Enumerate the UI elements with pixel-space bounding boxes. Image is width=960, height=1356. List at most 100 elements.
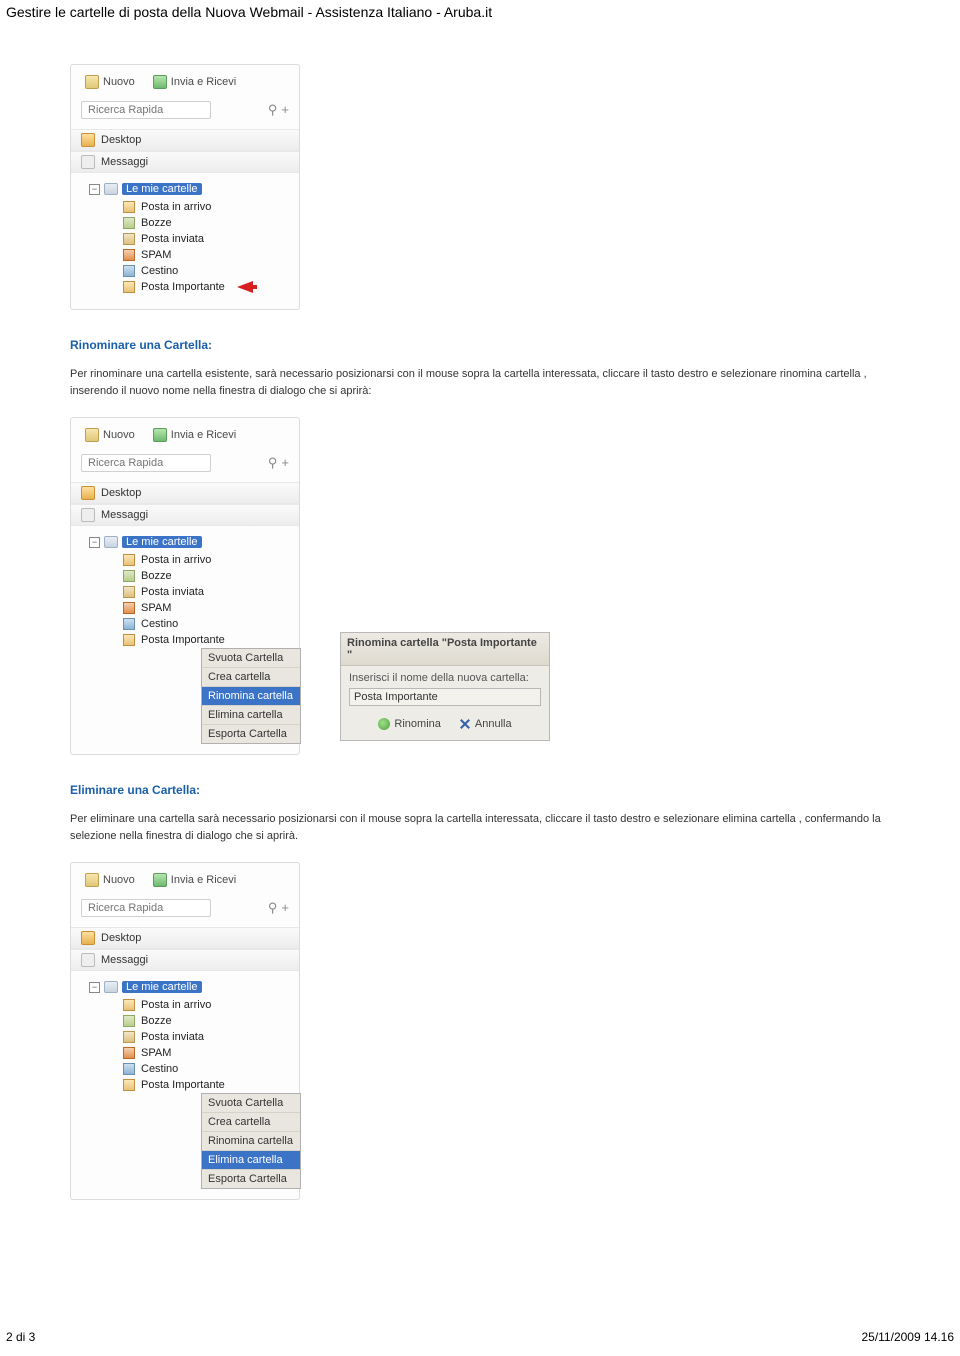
dialog-input[interactable]	[349, 688, 541, 706]
collapse-icon[interactable]: −	[89, 982, 100, 993]
menu-empty-folder[interactable]: Svuota Cartella	[202, 1094, 300, 1112]
check-icon	[378, 718, 390, 730]
context-menu-delete: Svuota Cartella Crea cartella Rinomina c…	[201, 1093, 301, 1189]
add-icon[interactable]: +	[281, 900, 289, 916]
rename-dialog: Rinomina cartella "Posta Importante " In…	[340, 632, 550, 741]
menu-export-folder[interactable]: Esporta Cartella	[202, 1169, 300, 1188]
search-icon[interactable]: ⚲	[268, 900, 278, 916]
sent-icon	[123, 586, 135, 598]
delete-section-title: Eliminare una Cartella:	[70, 783, 890, 797]
search-input[interactable]	[81, 454, 211, 472]
folder-drafts[interactable]: Bozze	[123, 568, 289, 584]
arrow-indicator-icon	[237, 281, 253, 293]
folder-icon	[104, 981, 118, 993]
new-icon	[85, 873, 99, 887]
folder-drafts[interactable]: Bozze	[123, 1013, 289, 1029]
footer-datetime: 25/11/2009 14.16	[861, 1330, 954, 1344]
nav-desktop[interactable]: Desktop	[71, 129, 299, 151]
desktop-icon	[81, 133, 95, 147]
invia-ricevi-button[interactable]: Invia e Ricevi	[153, 873, 236, 887]
menu-rename-folder[interactable]: Rinomina cartella	[202, 1131, 300, 1150]
menu-create-folder[interactable]: Crea cartella	[202, 667, 300, 686]
drafts-icon	[123, 1015, 135, 1027]
desktop-icon	[81, 931, 95, 945]
webmail-panel-2: Nuovo Invia e Ricevi ⚲ + Desktop	[70, 417, 300, 755]
nav-messaggi[interactable]: Messaggi	[71, 151, 299, 173]
menu-create-folder[interactable]: Crea cartella	[202, 1112, 300, 1131]
search-icon[interactable]: ⚲	[268, 455, 278, 471]
folder-inbox[interactable]: Posta in arrivo	[123, 552, 289, 568]
search-input[interactable]	[81, 101, 211, 119]
dialog-cancel-button[interactable]: Annulla	[459, 718, 512, 730]
menu-delete-folder[interactable]: Elimina cartella	[202, 705, 300, 724]
folder-spam[interactable]: SPAM	[123, 600, 289, 616]
trash-icon	[123, 1063, 135, 1075]
dialog-label: Inserisci il nome della nuova cartella:	[341, 666, 549, 688]
nav-desktop[interactable]: Desktop	[71, 482, 299, 504]
folder-trash[interactable]: Cestino	[123, 1061, 289, 1077]
send-receive-icon	[153, 75, 167, 89]
menu-empty-folder[interactable]: Svuota Cartella	[202, 649, 300, 667]
folder-drafts[interactable]: Bozze	[123, 215, 289, 231]
cancel-icon	[459, 718, 471, 730]
folder-sent[interactable]: Posta inviata	[123, 1029, 289, 1045]
footer-page-number: 2 di 3	[6, 1330, 35, 1344]
nav-messaggi-label: Messaggi	[101, 156, 148, 168]
search-icon[interactable]: ⚲	[268, 102, 278, 118]
important-folder-icon	[123, 281, 135, 293]
invia-ricevi-button[interactable]: Invia e Ricevi	[153, 428, 236, 442]
folder-inbox[interactable]: Posta in arrivo	[123, 997, 289, 1013]
dialog-ok-button[interactable]: Rinomina	[378, 718, 440, 730]
folder-sent[interactable]: Posta inviata	[123, 231, 289, 247]
folder-trash[interactable]: Cestino	[123, 616, 289, 632]
tree-root-label: Le mie cartelle	[122, 183, 202, 195]
messages-icon	[81, 953, 95, 967]
add-icon[interactable]: +	[281, 102, 289, 118]
rename-section-title: Rinominare una Cartella:	[70, 338, 890, 352]
folder-important[interactable]: Posta Importante	[123, 1077, 289, 1093]
webmail-panel-3: Nuovo Invia e Ricevi ⚲ + Desktop Messagg…	[70, 862, 300, 1200]
folder-trash[interactable]: Cestino	[123, 263, 289, 279]
send-receive-icon	[153, 428, 167, 442]
messages-icon	[81, 508, 95, 522]
messages-icon	[81, 155, 95, 169]
folder-sent[interactable]: Posta inviata	[123, 584, 289, 600]
nav-desktop[interactable]: Desktop	[71, 927, 299, 949]
invia-label: Invia e Ricevi	[171, 76, 236, 88]
dialog-title: Rinomina cartella "Posta Importante "	[341, 633, 549, 666]
rename-section-text: Per rinominare una cartella esistente, s…	[70, 366, 890, 399]
inbox-icon	[123, 201, 135, 213]
nav-messaggi[interactable]: Messaggi	[71, 504, 299, 526]
nuovo-button[interactable]: Nuovo	[85, 75, 135, 89]
important-folder-icon	[123, 634, 135, 646]
menu-delete-folder[interactable]: Elimina cartella	[202, 1150, 300, 1169]
new-icon	[85, 428, 99, 442]
nuovo-button[interactable]: Nuovo	[85, 428, 135, 442]
menu-rename-folder[interactable]: Rinomina cartella	[202, 686, 300, 705]
drafts-icon	[123, 570, 135, 582]
tree-root[interactable]: − Le mie cartelle	[89, 536, 289, 548]
tree-root[interactable]: − Le mie cartelle	[89, 981, 289, 993]
inbox-icon	[123, 999, 135, 1011]
folder-important[interactable]: Posta Importante	[123, 279, 289, 295]
new-icon	[85, 75, 99, 89]
nuovo-button[interactable]: Nuovo	[85, 873, 135, 887]
folder-important[interactable]: Posta Importante	[123, 632, 289, 648]
webmail-panel-1: Nuovo Invia e Ricevi ⚲ + Desktop Messagg…	[70, 64, 300, 310]
spam-icon	[123, 602, 135, 614]
add-icon[interactable]: +	[281, 455, 289, 471]
tree-root[interactable]: − Le mie cartelle	[89, 183, 289, 195]
invia-ricevi-button[interactable]: Invia e Ricevi	[153, 75, 236, 89]
menu-export-folder[interactable]: Esporta Cartella	[202, 724, 300, 743]
collapse-icon[interactable]: −	[89, 184, 100, 195]
trash-icon	[123, 265, 135, 277]
collapse-icon[interactable]: −	[89, 537, 100, 548]
search-input[interactable]	[81, 899, 211, 917]
sent-icon	[123, 1031, 135, 1043]
important-folder-icon	[123, 1079, 135, 1091]
folder-inbox[interactable]: Posta in arrivo	[123, 199, 289, 215]
folder-spam[interactable]: SPAM	[123, 1045, 289, 1061]
nav-messaggi[interactable]: Messaggi	[71, 949, 299, 971]
folder-spam[interactable]: SPAM	[123, 247, 289, 263]
sent-icon	[123, 233, 135, 245]
